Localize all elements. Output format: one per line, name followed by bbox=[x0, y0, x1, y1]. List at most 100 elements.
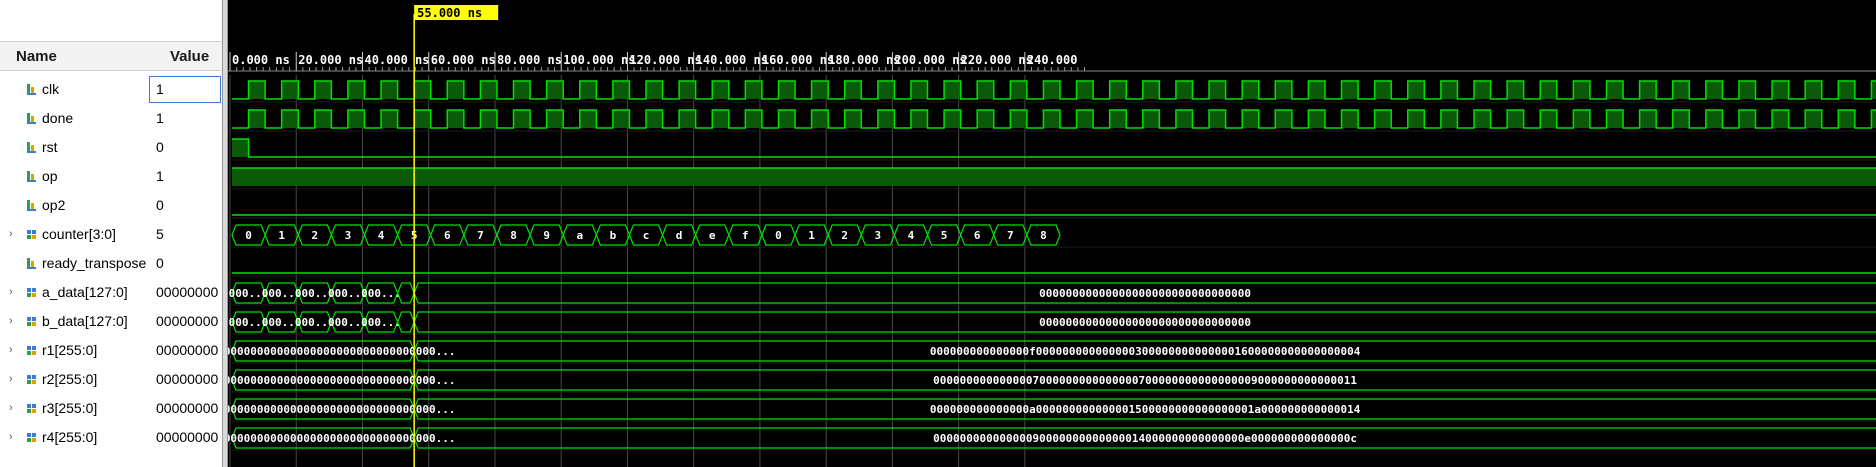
bus-value-label: 3 bbox=[875, 229, 882, 242]
signal-bit-icon bbox=[27, 84, 36, 95]
signal-name: ready_transpose bbox=[42, 255, 147, 271]
waveform-viewer[interactable]: 0.000 ns 20.000 ns 40.000 ns 60.000 ns 80.00… bbox=[228, 0, 1876, 467]
bus-value-label: f bbox=[742, 229, 749, 242]
wave-high-fill bbox=[1209, 110, 1226, 128]
wave-high-fill bbox=[232, 139, 249, 157]
wave-high-fill bbox=[1175, 110, 1193, 128]
wave-high-fill bbox=[679, 81, 696, 99]
expand-chevron-icon[interactable]: › bbox=[9, 278, 13, 307]
wave-high-fill bbox=[1474, 110, 1491, 128]
signal-row[interactable]: op bbox=[0, 162, 148, 191]
signal-value: 00000000 bbox=[156, 284, 219, 300]
signal-name: rst bbox=[42, 139, 58, 155]
wave-high-fill bbox=[844, 110, 862, 128]
wave-high-fill bbox=[745, 110, 762, 128]
wave-high-fill bbox=[314, 110, 332, 128]
wave-high-fill bbox=[480, 110, 497, 128]
wave-high-fill bbox=[811, 81, 829, 99]
tick-label: 60.000 ns bbox=[431, 53, 496, 67]
bus-value-label: 00000000000000000000000000000000 bbox=[1039, 287, 1251, 300]
signal-bit-icon bbox=[27, 258, 36, 269]
signal-row[interactable]: › b_data[127:0] bbox=[0, 307, 148, 336]
wave-high-fill bbox=[778, 110, 796, 128]
name-column-header[interactable]: Name bbox=[0, 41, 148, 71]
wave-high-fill bbox=[347, 110, 365, 128]
signal-value: 0 bbox=[156, 139, 164, 155]
wave-high-fill bbox=[1242, 110, 1259, 128]
bus-value-label: 0 bbox=[775, 229, 782, 242]
signal-row[interactable]: › r3[255:0] bbox=[0, 394, 148, 423]
signal-row[interactable]: › r4[255:0] bbox=[0, 423, 148, 452]
wave-high-fill bbox=[513, 110, 531, 128]
signal-row[interactable]: › a_data[127:0] bbox=[0, 278, 148, 307]
bus-value-label: 0000000000000000000000000000000000000... bbox=[228, 403, 456, 416]
signal-value: 00000000 bbox=[156, 429, 219, 445]
signal-row[interactable]: clk bbox=[0, 75, 148, 104]
expand-chevron-icon[interactable]: › bbox=[9, 220, 13, 249]
wave-high-fill bbox=[1474, 81, 1491, 99]
wave-high-fill bbox=[1076, 110, 1094, 128]
signal-value: 1 bbox=[148, 75, 222, 104]
expand-chevron-icon[interactable]: › bbox=[9, 336, 13, 365]
bus-value-label: 7 bbox=[1007, 229, 1014, 242]
signal-row[interactable]: rst bbox=[0, 133, 148, 162]
wave-high-fill bbox=[944, 110, 961, 128]
signal-bit-icon bbox=[27, 200, 36, 211]
bus-value-label: 6 bbox=[444, 229, 451, 242]
expand-chevron-icon[interactable]: › bbox=[9, 423, 13, 452]
signal-bit-icon bbox=[27, 113, 36, 124]
signal-name: r4[255:0] bbox=[42, 429, 98, 445]
signal-row[interactable]: op2 bbox=[0, 191, 148, 220]
signal-value: 00000000 bbox=[156, 400, 219, 416]
wave-high-fill bbox=[232, 168, 1876, 186]
wave-high-fill bbox=[579, 110, 597, 128]
wave-high-fill bbox=[910, 110, 928, 128]
wave-high-fill bbox=[1374, 110, 1392, 128]
tick-label: 20.000 ns bbox=[298, 53, 363, 67]
wave-high-fill bbox=[1507, 110, 1524, 128]
wave-high-fill bbox=[447, 110, 464, 128]
wave-high-fill bbox=[1838, 81, 1855, 99]
signal-row[interactable]: ready_transpose bbox=[0, 249, 148, 278]
expand-chevron-icon[interactable]: › bbox=[9, 394, 13, 423]
signal-name: a_data[127:0] bbox=[42, 284, 128, 300]
wave-high-fill bbox=[1043, 81, 1060, 99]
signal-value: 0 bbox=[156, 255, 164, 271]
wave-high-fill bbox=[1440, 81, 1458, 99]
bus-value-label: 7 bbox=[477, 229, 484, 242]
expand-chevron-icon[interactable]: › bbox=[9, 307, 13, 336]
bus-value-label: a bbox=[576, 229, 583, 242]
wave-high-fill bbox=[877, 110, 895, 128]
signal-bit-icon bbox=[27, 171, 36, 182]
bus-value-label: 1 bbox=[278, 229, 285, 242]
signal-name: r3[255:0] bbox=[42, 400, 98, 416]
bus-value-label: 4 bbox=[378, 229, 385, 242]
wave-high-fill bbox=[679, 110, 696, 128]
wave-high-fill bbox=[1175, 81, 1193, 99]
expand-chevron-icon[interactable]: › bbox=[9, 365, 13, 394]
tick-label: 220.000 ns bbox=[961, 53, 1033, 67]
wave-high-fill bbox=[381, 81, 398, 99]
wave-high-fill bbox=[1805, 110, 1822, 128]
wave-high-fill bbox=[1043, 110, 1060, 128]
signal-row[interactable]: done bbox=[0, 104, 148, 133]
tick-label: 40.000 ns bbox=[364, 53, 429, 67]
waveform-canvas[interactable]: 0.000 ns 20.000 ns 40.000 ns 60.000 ns 80.00… bbox=[228, 0, 1876, 467]
wave-high-fill bbox=[1838, 110, 1855, 128]
value-column-header[interactable]: Value bbox=[148, 41, 222, 71]
signal-name: clk bbox=[42, 81, 60, 97]
signal-name: done bbox=[42, 110, 74, 126]
signal-row[interactable]: › r1[255:0] bbox=[0, 336, 148, 365]
wave-high-fill bbox=[646, 110, 663, 128]
wave-high-fill bbox=[281, 110, 299, 128]
bus-value-label: 000000000000000a000000000000001500000000… bbox=[930, 403, 1361, 416]
wave-high-fill bbox=[1010, 81, 1027, 99]
signal-row[interactable]: › r2[255:0] bbox=[0, 365, 148, 394]
bus-value-label: 2 bbox=[311, 229, 318, 242]
signal-row[interactable]: › counter[3:0] bbox=[0, 220, 148, 249]
wave-high-fill bbox=[1076, 81, 1094, 99]
bus-value-label: e bbox=[709, 229, 716, 242]
wave-high-fill bbox=[1010, 110, 1027, 128]
wave-high-fill bbox=[1639, 81, 1657, 99]
signal-bus-icon bbox=[27, 433, 36, 442]
